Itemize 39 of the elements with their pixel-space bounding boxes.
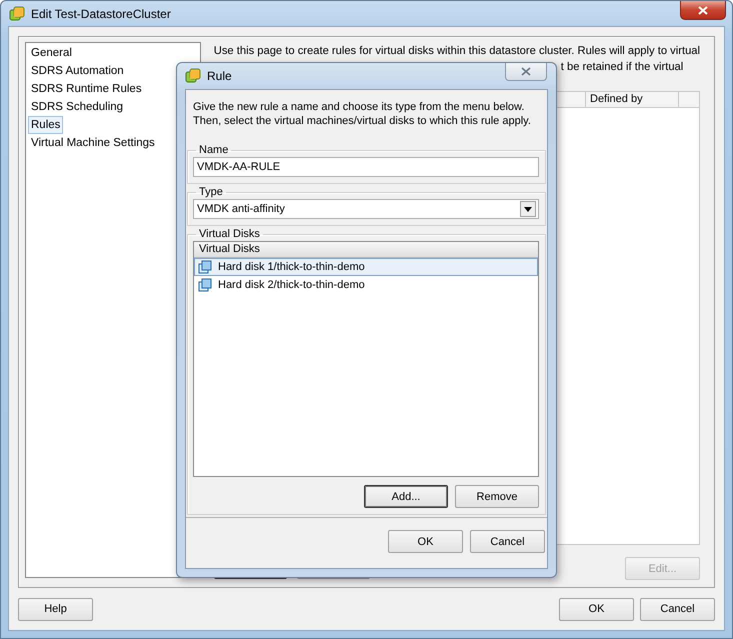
disk-icon <box>198 278 212 292</box>
group-label: Name <box>198 144 230 156</box>
dialog-button[interactable]: Cancel <box>640 598 715 620</box>
instructions-text: Give the new rule a name and choose its type from the menu below. <box>193 100 526 114</box>
dialog-title: Rule <box>207 69 232 83</box>
close-icon <box>698 6 708 14</box>
nav-item[interactable]: General <box>28 44 75 62</box>
disk-label: Hard disk 1/thick-to-thin-demo <box>218 261 365 273</box>
close-button[interactable] <box>680 1 726 20</box>
close-button[interactable] <box>505 63 547 81</box>
disk-label: Hard disk 2/thick-to-thin-demo <box>218 279 365 291</box>
window-title: Edit Test-DatastoreCluster <box>31 6 171 20</box>
description-text: t be retained if the virtual <box>560 60 684 74</box>
type-dropdown[interactable]: VMDK anti-affinity <box>193 199 539 219</box>
group-label: Virtual Disks <box>198 228 261 240</box>
disk-row[interactable]: Hard disk 1/thick-to-thin-demo <box>194 258 538 276</box>
column-header[interactable]: Defined by <box>585 92 679 107</box>
nav-item[interactable]: Virtual Machine Settings <box>28 134 158 152</box>
app-logo-icon <box>185 68 201 84</box>
description-text: Use this page to create rules for virtual disks within this datastore cluster. Rules will apply to virtual <box>214 44 700 58</box>
close-icon <box>521 67 531 76</box>
app-logo-icon <box>9 6 25 22</box>
instructions-text: Then, select the virtual machines/virtual disks to which this rule apply. <box>193 114 532 128</box>
name-field[interactable]: VMDK-AA-RULE <box>193 157 539 177</box>
nav-item[interactable]: Rules <box>28 116 64 134</box>
help-button[interactable]: Help <box>18 598 93 620</box>
dialog-button[interactable]: OK <box>559 598 634 620</box>
dialog-button[interactable]: Cancel <box>470 530 545 553</box>
nav-item[interactable]: SDRS Scheduling <box>28 98 126 116</box>
nav-item[interactable]: SDRS Automation <box>28 62 127 80</box>
dialog-button[interactable]: OK <box>388 530 463 553</box>
dropdown-arrow-icon <box>524 206 532 212</box>
disk-icon <box>198 260 212 274</box>
disk-row[interactable]: Hard disk 2/thick-to-thin-demo <box>194 276 538 294</box>
add-button[interactable]: Add... <box>364 485 448 508</box>
list-header[interactable]: Virtual Disks <box>194 242 538 258</box>
remove-button[interactable]: Remove <box>455 485 539 508</box>
group-label: Type <box>198 186 224 198</box>
nav-item[interactable]: SDRS Runtime Rules <box>28 80 145 98</box>
